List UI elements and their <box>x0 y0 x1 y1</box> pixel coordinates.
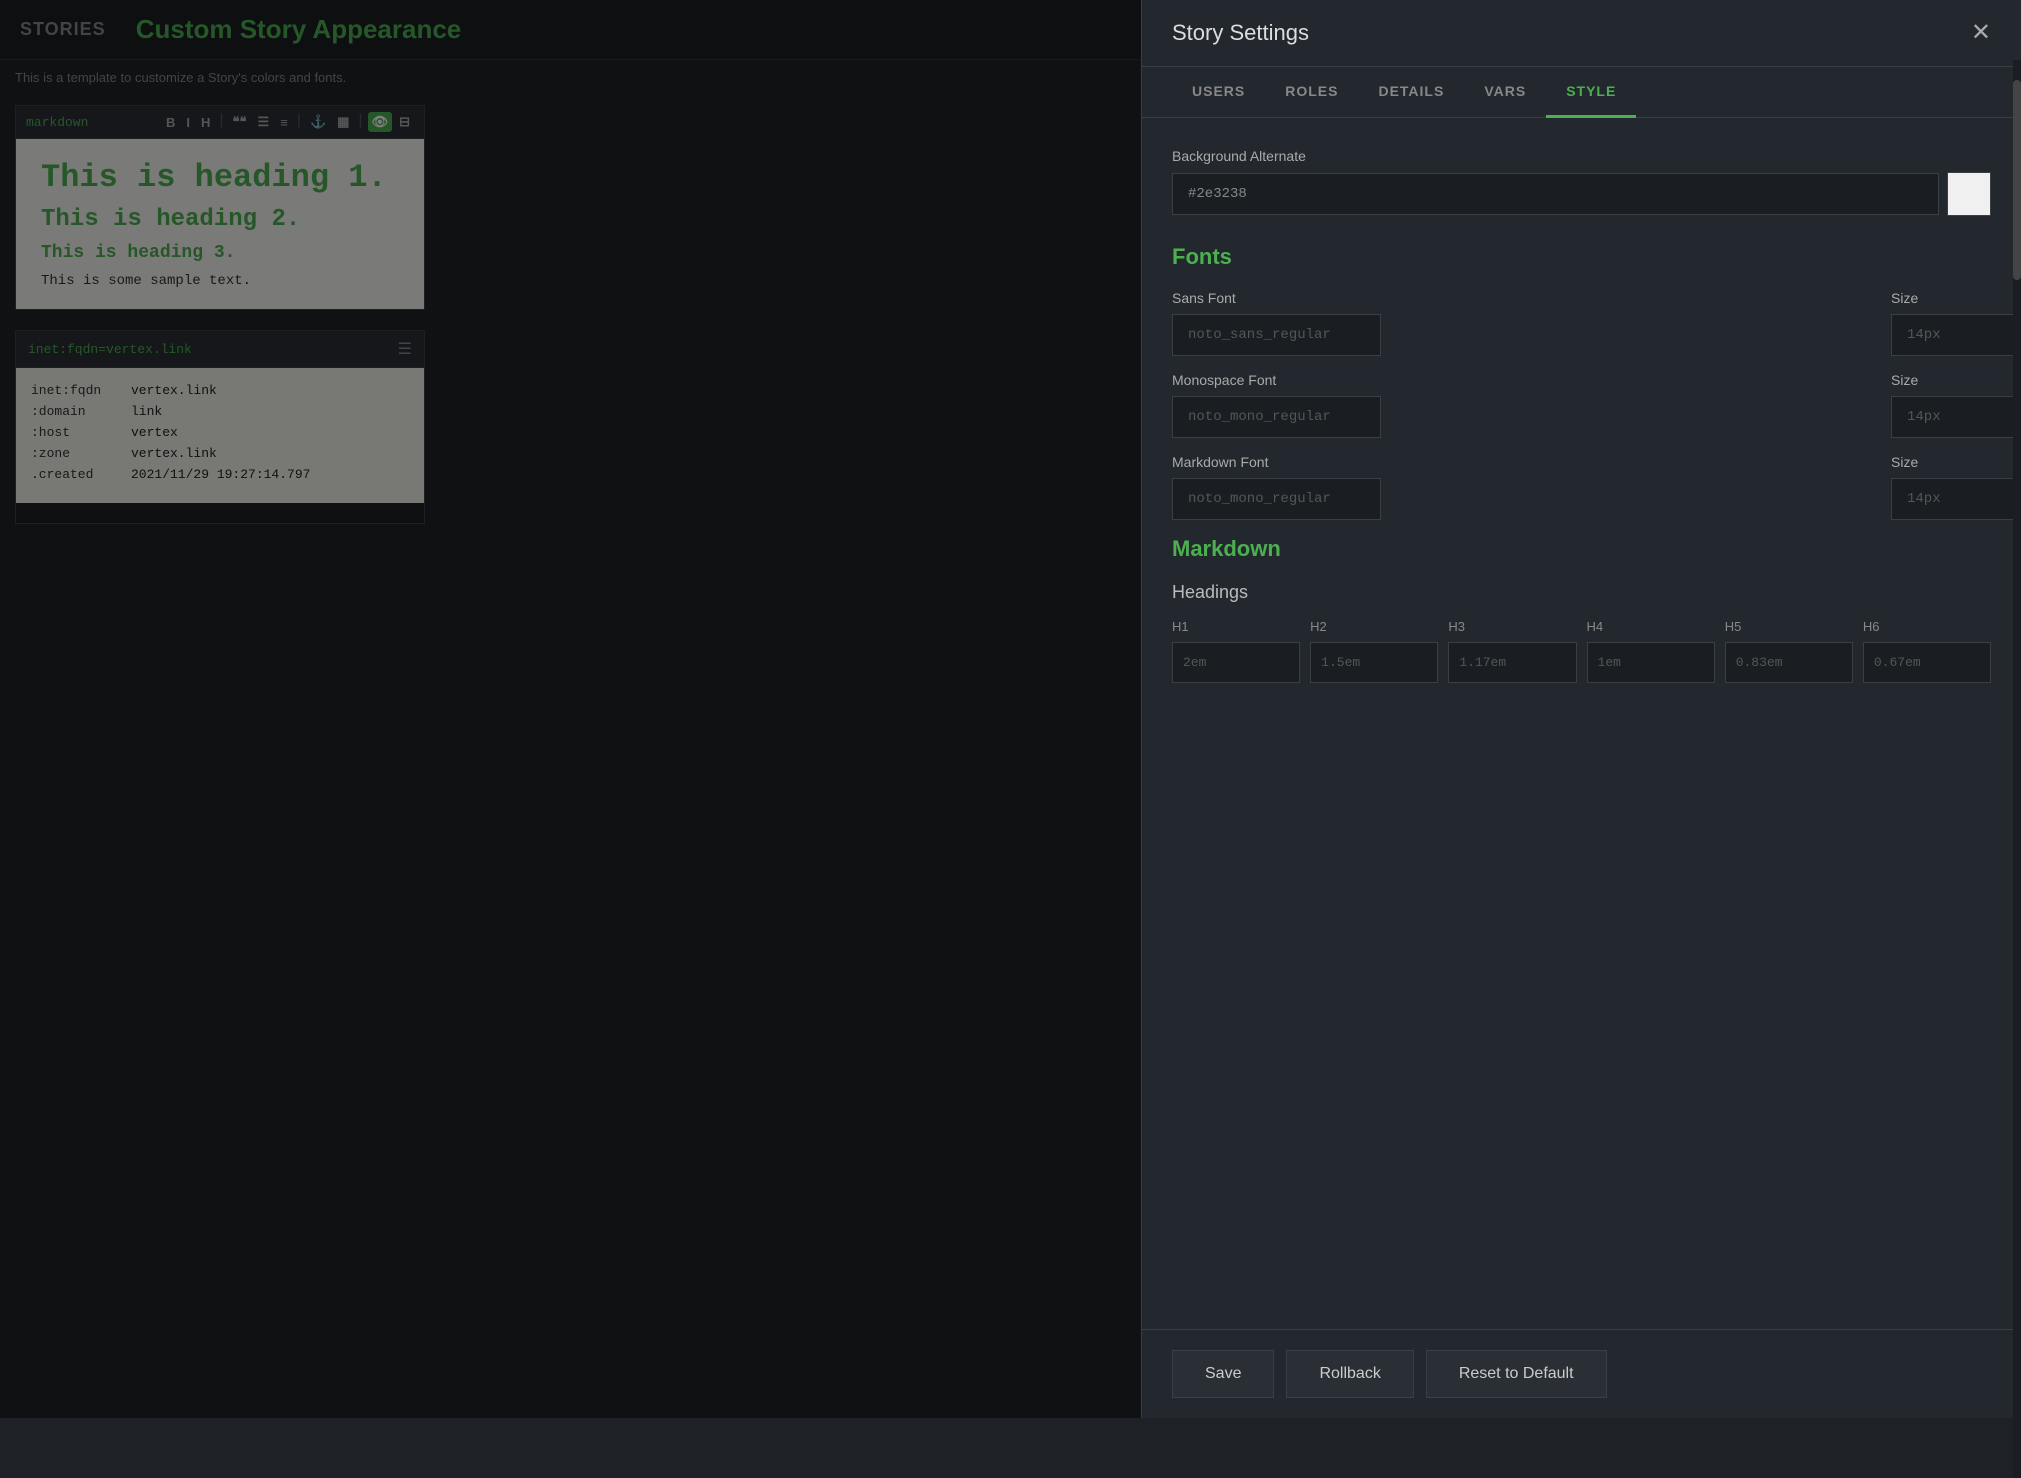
bg-alternate-input[interactable] <box>1172 173 1939 215</box>
modal-footer: Save Rollback Reset to Default <box>1142 1329 2021 1418</box>
mono-size-label: Size <box>1891 372 1991 388</box>
heading-cell-h4: H4 <box>1587 619 1715 683</box>
reset-button[interactable]: Reset to Default <box>1426 1350 1607 1398</box>
heading-input-h6[interactable] <box>1863 642 1991 683</box>
sans-font-input[interactable] <box>1172 314 1381 356</box>
mono-size-wrap: Size <box>1891 372 1991 438</box>
rollback-button[interactable]: Rollback <box>1286 1350 1413 1398</box>
markdown-heading: Markdown <box>1172 536 1991 562</box>
story-settings-modal: Story Settings ✕ USERSROLESDETAILSVARSST… <box>1141 0 2021 1418</box>
headings-grid: H1 H2 H3 H4 H5 H6 <box>1172 619 1991 683</box>
color-swatch[interactable] <box>1947 172 1991 216</box>
modal-title: Story Settings <box>1172 20 1309 46</box>
heading-label-h6: H6 <box>1863 619 1991 634</box>
md-size-label: Size <box>1891 454 1991 470</box>
sans-font-wrap: Sans Font <box>1172 290 1879 356</box>
heading-label-h4: H4 <box>1587 619 1715 634</box>
heading-label-h3: H3 <box>1448 619 1576 634</box>
mono-font-row: Monospace Font Size <box>1172 372 1991 438</box>
fonts-heading: Fonts <box>1172 244 1991 270</box>
sans-size-input[interactable] <box>1891 314 2021 356</box>
heading-cell-h2: H2 <box>1310 619 1438 683</box>
mono-font-label: Monospace Font <box>1172 372 1879 388</box>
modal-header: Story Settings ✕ <box>1142 0 2021 67</box>
tab-vars[interactable]: VARS <box>1464 67 1546 118</box>
save-button[interactable]: Save <box>1172 1350 1274 1398</box>
headings-subheading: Headings <box>1172 582 1991 603</box>
heading-input-h2[interactable] <box>1310 642 1438 683</box>
tab-users[interactable]: USERS <box>1172 67 1265 118</box>
heading-input-h4[interactable] <box>1587 642 1715 683</box>
md-font-row: Markdown Font Size <box>1172 454 1991 520</box>
bg-alternate-input-row <box>1172 172 1991 216</box>
md-size-wrap: Size <box>1891 454 1991 520</box>
md-size-input[interactable] <box>1891 478 2021 520</box>
heading-cell-h6: H6 <box>1863 619 1991 683</box>
tab-style[interactable]: STYLE <box>1546 67 1636 118</box>
modal-close-button[interactable]: ✕ <box>1971 21 1991 45</box>
mono-font-input[interactable] <box>1172 396 1381 438</box>
modal-body[interactable]: Background Alternate Fonts Sans Font Siz… <box>1142 118 2021 1329</box>
heading-input-h3[interactable] <box>1448 642 1576 683</box>
md-font-label: Markdown Font <box>1172 454 1879 470</box>
tab-roles[interactable]: ROLES <box>1265 67 1358 118</box>
tab-details[interactable]: DETAILS <box>1358 67 1464 118</box>
heading-cell-h1: H1 <box>1172 619 1300 683</box>
sans-size-wrap: Size <box>1891 290 1991 356</box>
sans-font-label: Sans Font <box>1172 290 1879 306</box>
mono-font-wrap: Monospace Font <box>1172 372 1879 438</box>
sans-size-label: Size <box>1891 290 1991 306</box>
bg-alternate-group: Background Alternate <box>1172 148 1991 216</box>
sans-font-row: Sans Font Size <box>1172 290 1991 356</box>
md-font-input[interactable] <box>1172 478 1381 520</box>
mono-size-input[interactable] <box>1891 396 2021 438</box>
bg-alternate-label: Background Alternate <box>1172 148 1991 164</box>
scroll-thumb[interactable] <box>2013 80 2021 280</box>
heading-input-h1[interactable] <box>1172 642 1300 683</box>
heading-label-h5: H5 <box>1725 619 1853 634</box>
modal-tabs: USERSROLESDETAILSVARSSTYLE <box>1142 67 2021 118</box>
heading-input-h5[interactable] <box>1725 642 1853 683</box>
scroll-track <box>2013 60 2021 1478</box>
heading-label-h1: H1 <box>1172 619 1300 634</box>
heading-label-h2: H2 <box>1310 619 1438 634</box>
heading-cell-h5: H5 <box>1725 619 1853 683</box>
md-font-wrap: Markdown Font <box>1172 454 1879 520</box>
heading-cell-h3: H3 <box>1448 619 1576 683</box>
